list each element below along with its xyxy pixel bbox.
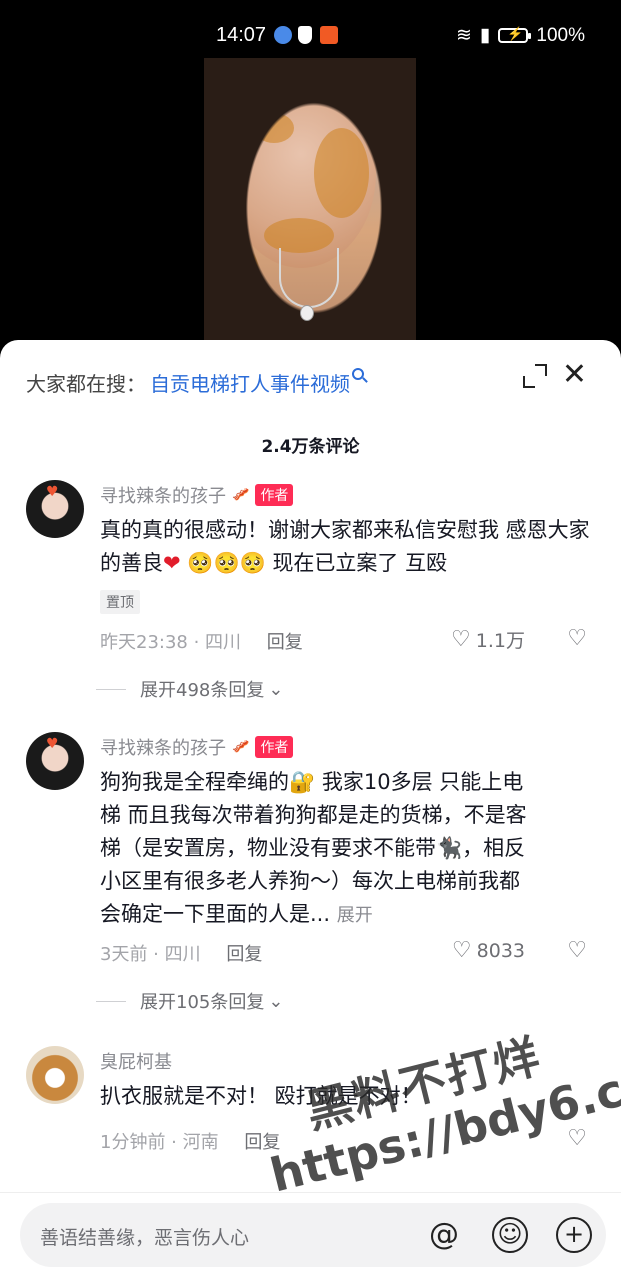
comment-text: 真的真的很感动！谢谢大家都来私信安慰我 感恩大家的善良❤ 🥺🥺🥺 现在已立案了 … <box>100 514 590 580</box>
add-icon[interactable]: + <box>556 1217 592 1253</box>
bacon-emoji-icon: 🥓 <box>232 487 250 503</box>
comment-line: ，相反 <box>462 836 526 860</box>
comment-meta: 3天前 · 四川 回复 <box>100 940 262 966</box>
video-necklace <box>279 248 339 308</box>
reply-button[interactable]: 回复 <box>226 944 262 965</box>
comment-line: 狗狗我是全程牵绳的 <box>100 770 289 794</box>
avatar[interactable]: ♥ <box>26 732 84 790</box>
comment-input-placeholder: 善语结善缘，恶言伤人心 <box>40 1227 250 1249</box>
video-preview[interactable] <box>204 58 416 348</box>
comment-meta: 1分钟前 · 河南 回复 <box>100 1128 280 1154</box>
avatar[interactable] <box>26 1046 84 1104</box>
red-heart-emoji-icon: ❤ <box>163 551 181 575</box>
heart-icon: ♡ <box>451 938 472 963</box>
status-indicators: ≋ ▮ ⚡ 100% <box>456 24 585 47</box>
comment-input-bar: 善语结善缘，恶言伤人心 @ ☺ + <box>0 1192 621 1280</box>
pinned-badge: 置顶 <box>100 590 140 614</box>
reply-button[interactable]: 回复 <box>267 632 303 653</box>
comment-sheet: 大家都在搜： 自贡电梯打人事件视频 ✕ 2.4万条评论 ♥ 寻找辣条的孩子 🥓 … <box>0 340 621 1280</box>
signal-icon: ▮ <box>479 25 491 46</box>
expand-replies-label: 展开498条回复 <box>140 680 265 701</box>
heart-icon: ♡ <box>451 627 471 652</box>
comment-username[interactable]: 臭屁柯基 <box>100 1048 172 1074</box>
dislike-icon[interactable]: ♡ <box>567 626 587 651</box>
comment-time-location: 1分钟前 · 河南 <box>100 1132 219 1153</box>
comment-line: 梯 而且我每次带着狗狗都是走的货梯，不是客 <box>100 803 527 827</box>
comment-text: 扒衣服就是不对！ 殴打就是不对！ <box>100 1084 422 1108</box>
author-badge: 作者 <box>255 484 294 506</box>
shield-icon <box>298 26 312 44</box>
comment-username[interactable]: 寻找辣条的孩子 <box>100 482 226 508</box>
expand-replies-label: 展开105条回复 <box>140 992 265 1013</box>
video-pendant <box>300 305 314 321</box>
app-notification-icon <box>320 26 338 44</box>
chevron-down-icon: ⌄ <box>268 678 284 700</box>
browser-icon <box>274 26 292 44</box>
lock-emoji-icon: 🔐 <box>289 770 316 794</box>
dislike-icon[interactable]: ♡ <box>567 1126 587 1151</box>
comment-user-row: 臭屁柯基 <box>100 1048 172 1074</box>
comment-line: 会确定一下里面的人是... <box>100 902 331 926</box>
comment-line: 我家10多层 只能上电 <box>321 770 524 794</box>
comment-user-row: 寻找辣条的孩子 🥓 作者 <box>100 734 294 760</box>
avatar[interactable]: ♥ <box>26 480 84 538</box>
battery-icon: ⚡ <box>498 26 532 43</box>
expand-replies-button[interactable]: 展开105条回复 ⌄ <box>100 988 283 1014</box>
comment-line: 小区里有很多老人养狗～）每次上电梯前我都 <box>100 869 520 893</box>
reply-button[interactable]: 回复 <box>244 1132 280 1153</box>
search-suggestion[interactable]: 大家都在搜： 自贡电梯打人事件视频 <box>26 364 596 400</box>
battery-percent: 100% <box>536 24 585 46</box>
search-prefix: 大家都在搜： <box>26 371 146 396</box>
comment-meta: 昨天23:38 · 四川 回复 <box>100 628 303 654</box>
comment-user-row: 寻找辣条的孩子 🥓 作者 <box>100 482 294 508</box>
comment-username[interactable]: 寻找辣条的孩子 <box>100 734 226 760</box>
expand-replies-button[interactable]: 展开498条回复 ⌄ <box>100 676 283 702</box>
comment-line: 梯（是安置房，物业没有要求不能带 <box>100 836 436 860</box>
bacon-emoji-icon: 🥓 <box>232 739 250 755</box>
search-icon <box>352 368 364 380</box>
emoji-icon[interactable]: ☺ <box>492 1217 528 1253</box>
comment-time-location: 昨天23:38 · 四川 <box>100 632 242 653</box>
wifi-icon: ≋ <box>456 25 472 46</box>
like-button[interactable]: ♡ 8033 <box>452 938 525 963</box>
author-badge: 作者 <box>255 736 294 758</box>
expand-icon[interactable] <box>523 364 547 388</box>
dislike-icon[interactable]: ♡ <box>567 938 587 963</box>
pleading-emoji-icon: 🥺🥺🥺 <box>187 551 266 575</box>
comment-time-location: 3天前 · 四川 <box>100 944 201 965</box>
comment-text-tail: 现在已立案了 互殴 <box>272 551 448 575</box>
comment-input[interactable]: 善语结善缘，恶言伤人心 @ ☺ + <box>20 1203 606 1267</box>
cat-emoji-icon: 🐈‍⬛ <box>436 836 463 860</box>
comment-text: 狗狗我是全程牵绳的🔐 我家10多层 只能上电 梯 而且我每次带着狗狗都是走的货梯… <box>100 766 590 932</box>
comment-count: 2.4万条评论 <box>261 437 360 457</box>
mention-icon[interactable]: @ <box>426 1217 462 1253</box>
expand-text-button[interactable]: 展开 <box>337 905 373 926</box>
close-icon[interactable]: ✕ <box>562 360 587 390</box>
chevron-down-icon: ⌄ <box>268 990 284 1012</box>
like-count: 1.1万 <box>475 630 525 652</box>
like-button[interactable]: ♡ 1.1万 <box>451 626 525 653</box>
status-time: 14:07 <box>216 24 267 46</box>
search-query-link[interactable]: 自贡电梯打人事件视频 <box>150 368 350 397</box>
like-count: 8033 <box>476 939 525 962</box>
